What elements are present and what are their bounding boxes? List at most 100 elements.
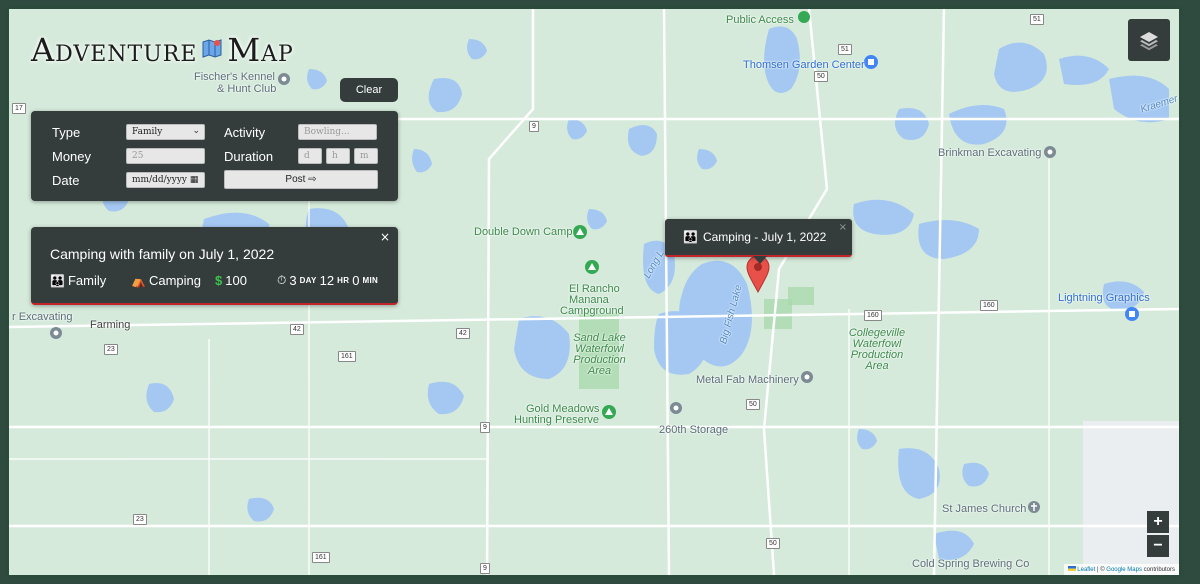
collegeville-line-4: Area [865,360,889,372]
map-label-lightning: Lightning Graphics [1058,292,1150,304]
calendar-icon[interactable]: ▦ [190,175,199,185]
layers-icon [1140,32,1158,51]
google-maps-link[interactable]: Google Maps [1106,567,1142,573]
map-label-cold-spring: Cold Spring Brewing Co [912,558,1030,570]
poi-pin-public-access[interactable] [798,11,810,23]
map-label-excavating: r Excavating [12,311,73,323]
day-unit: DAY [299,276,317,285]
poi-pin-fischers[interactable] [278,73,290,85]
map-label-collegeville: Collegeville Waterfowl Production Area [842,328,912,372]
attribution-rest: contributors [1141,567,1175,573]
map-label-storage: 260th Storage [659,424,729,436]
poi-pin-excavating[interactable] [50,327,62,339]
poi-pin-lightning[interactable] [1125,307,1139,321]
filter-panel: Type Family ⌄ Activity Bowling... Money … [31,111,398,201]
close-icon[interactable]: × [839,222,847,233]
event-hours: 12 [319,273,335,288]
poi-pin-brinkman[interactable] [1044,146,1056,158]
type-select[interactable]: Family ⌄ [126,124,205,140]
marker-popup[interactable]: × 👪 Camping - July 1, 2022 [665,219,852,264]
event-type-label: Family [67,273,107,288]
poi-pin-double-down[interactable] [573,225,587,239]
map-label-el-rancho-3: Campground [560,305,624,317]
zoom-in-button[interactable]: + [1147,511,1169,533]
chevron-down-icon: ⌄ [192,126,200,136]
road-shield: 23 [104,344,118,355]
activity-input[interactable]: Bowling... [298,124,377,140]
event-activity-label: Camping [148,273,201,288]
map-label-gold-meadows-2: Hunting Preserve [514,414,599,426]
popup-tip [753,256,767,264]
road-shield: 51 [838,44,852,55]
road-shield: 160 [864,310,882,321]
folded-map-icon [201,37,223,63]
road-shield: 9 [480,422,490,433]
map-label-public-access: Public Access [726,14,794,26]
event-type: 👪 Family [50,273,106,288]
minute-unit: MIN [362,276,379,285]
stopwatch-icon: ⏱ [277,273,287,287]
road-shield: 160 [980,300,998,311]
duration-days-input[interactable]: d [298,148,322,164]
money-input[interactable]: 25 [126,148,205,164]
attribution-separator: | © [1095,567,1107,573]
road-shield: 23 [133,514,147,525]
duration-hours-input[interactable]: h [326,148,350,164]
duration-minutes-input[interactable]: m [354,148,378,164]
event-money-value: 100 [225,273,247,288]
road-shield: 42 [290,324,304,335]
layers-button[interactable] [1128,19,1170,61]
poi-pin-storage[interactable] [670,402,682,414]
map-label-fischers-1: Fischer's Kennel [194,71,275,83]
date-label: Date [52,173,80,188]
poi-pin-thomsen[interactable] [864,55,878,69]
event-card-title: Camping with family on July 1, 2022 [50,246,275,262]
road-shield: 161 [338,351,356,362]
road-shield: 50 [814,71,828,82]
map-label-double-down: Double Down Camp [474,226,573,238]
event-minutes: 0 [352,273,360,288]
leaflet-link[interactable]: Leaflet [1077,567,1095,573]
road-shield: 42 [456,328,470,339]
duration-label: Duration [224,149,274,164]
road-shield: 51 [1030,14,1044,25]
event-activity: ⛺ Camping [131,273,201,288]
popup-content: 👪 Camping - July 1, 2022 [683,230,826,244]
map-label-sand-lake: Sand Lake Waterfowl Production Area [567,333,632,377]
logo-word-adventure: Adventure [31,31,198,69]
dollar-icon: $ [215,273,223,288]
date-input[interactable]: mm/dd/yyyy ▦ [126,172,205,188]
poi-pin-metal-fab[interactable] [801,371,813,383]
close-icon[interactable]: × [380,230,390,244]
app-frame: Public Access Thomsen Garden Center Fisc… [6,6,1182,578]
post-button[interactable]: Post ⇨ [224,170,378,189]
map-label-farming: Farming [90,319,131,331]
sand-lake-line-4: Area [587,365,612,377]
date-input-placeholder: mm/dd/yyyy [132,175,187,185]
road-shield: 50 [746,399,760,410]
map-label-fischers-2: & Hunt Club [217,83,277,95]
ukraine-flag-icon [1067,566,1076,571]
road-shield: 161 [312,552,330,563]
poi-pin-el-rancho[interactable] [585,260,599,274]
clear-button[interactable]: Clear [340,78,398,102]
map-label-brinkman: Brinkman Excavating [938,147,1042,159]
money-label: Money [52,149,92,164]
road-shield: 9 [529,121,539,132]
map-label-thomsen: Thomsen Garden Center [743,59,865,71]
road-shield: 9 [480,563,490,574]
type-select-value: Family [132,127,163,137]
poi-pin-st-james[interactable] [1028,501,1040,513]
poi-pin-gold-meadows[interactable] [602,405,616,419]
event-card[interactable]: × Camping with family on July 1, 2022 👪 … [31,227,398,305]
family-icon: 👪 [683,230,698,244]
popup-text: Camping - July 1, 2022 [702,230,827,244]
road-shield: 50 [766,538,780,549]
camping-icon: ⛺ [131,273,146,288]
event-money: $ 100 [215,273,247,288]
hour-unit: HR [337,276,350,285]
app-logo: Adventure Map [31,31,294,69]
road-shield: 17 [12,103,26,114]
logo-word-map: Map [227,31,294,69]
zoom-out-button[interactable]: − [1147,535,1169,557]
